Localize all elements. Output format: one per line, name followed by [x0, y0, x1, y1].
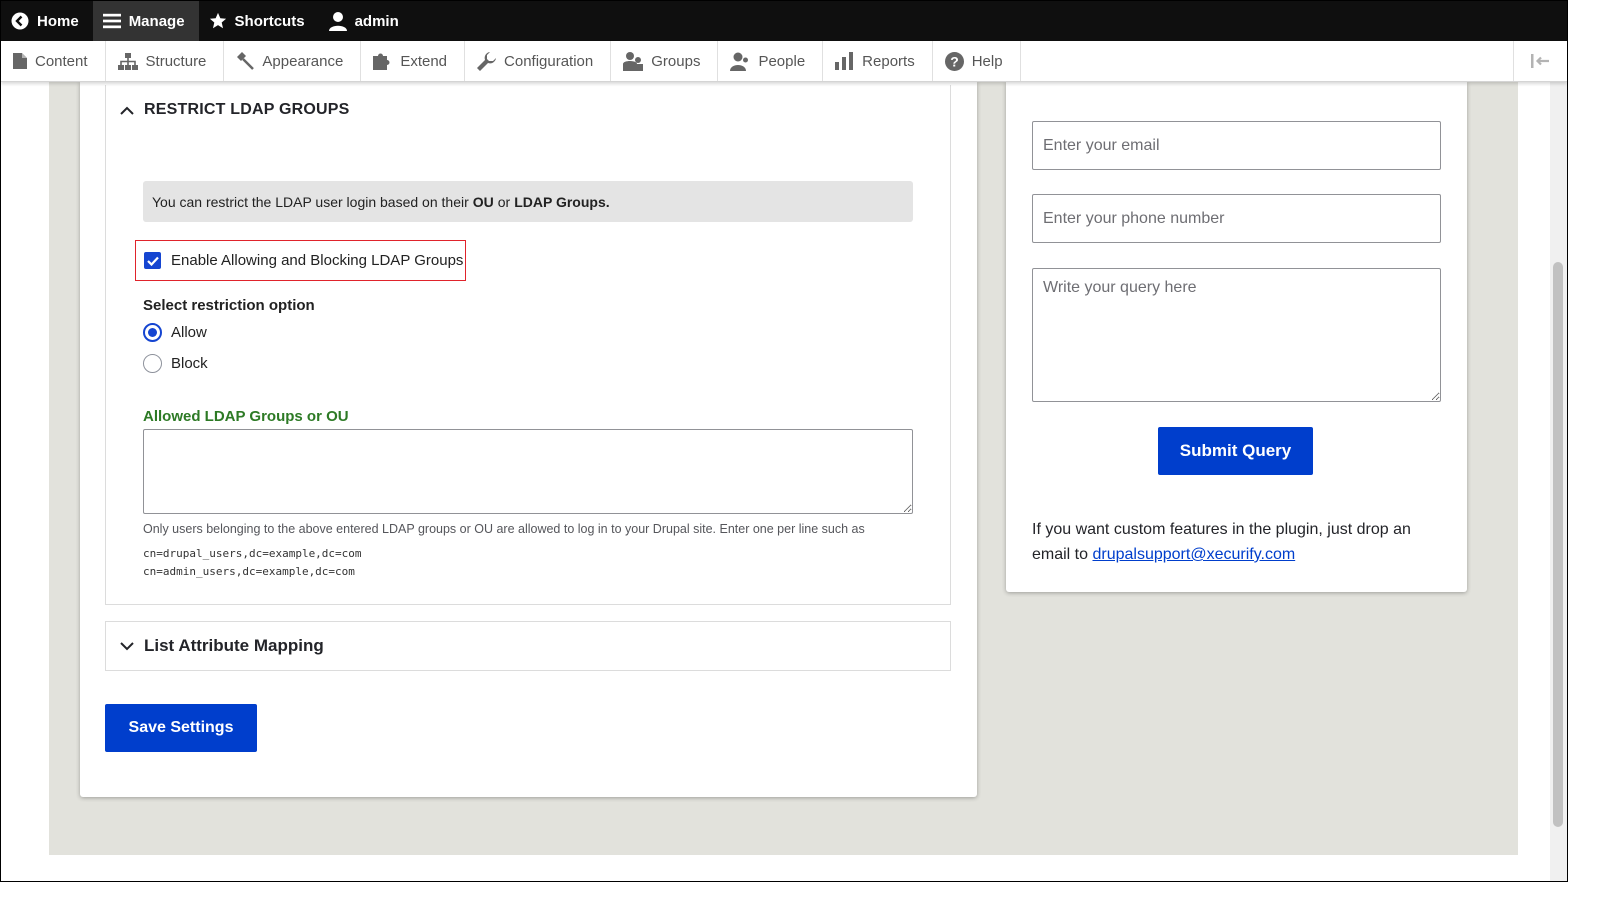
tray-label-configuration: Configuration [504, 52, 594, 70]
group-icon [623, 51, 644, 71]
tray-item-structure[interactable]: Structure [106, 41, 225, 81]
sitemap-icon [117, 52, 138, 70]
allowed-groups-textarea[interactable] [143, 429, 913, 514]
info-message: You can restrict the LDAP user login bas… [143, 181, 913, 222]
admin-toolbar: Home Manage Shortcuts admin [1, 1, 1567, 41]
tray-item-reports[interactable]: Reports [823, 41, 933, 81]
info-groups: LDAP Groups. [514, 193, 610, 210]
radio-block[interactable] [143, 354, 162, 373]
tray-label-people: People [758, 52, 806, 70]
tray-label-appearance: Appearance [262, 52, 344, 70]
tray-item-configuration[interactable]: Configuration [465, 41, 612, 81]
user-icon [328, 12, 347, 31]
home-label: Home [37, 12, 79, 30]
star-icon [209, 12, 227, 30]
user-tab[interactable]: admin [319, 1, 413, 41]
tray-item-appearance[interactable]: Appearance [224, 41, 362, 81]
browser-frame: Home Manage Shortcuts admin Content Stru… [0, 0, 1568, 882]
tray-label-structure: Structure [145, 52, 207, 70]
tray-item-people[interactable]: People [718, 41, 824, 81]
puzzle-icon [373, 53, 390, 70]
tray-item-extend[interactable]: Extend [361, 41, 466, 81]
enable-groups-checkbox-highlight: Enable Allowing and Blocking LDAP Groups [135, 240, 466, 281]
collapse-left-icon [1530, 54, 1549, 68]
custom-features-text: If you want custom features in the plugi… [1032, 517, 1442, 567]
shortcuts-label: Shortcuts [234, 12, 305, 30]
tray-label-groups: Groups [651, 52, 701, 70]
page-scrollbar[interactable] [1550, 82, 1567, 881]
section-title: RESTRICT LDAP GROUPS [144, 101, 350, 118]
checkmark-icon [146, 256, 159, 266]
hamburger-icon [102, 12, 121, 30]
mapping-title: List Attribute Mapping [144, 636, 324, 655]
chevron-up-icon [120, 106, 134, 115]
radio-block-label: Block [171, 355, 208, 372]
radio-allow-label: Allow [171, 324, 207, 341]
save-settings-button[interactable]: Save Settings [105, 704, 257, 752]
radio-allow[interactable] [143, 323, 162, 342]
chevron-down-icon [120, 641, 134, 650]
tray-item-help[interactable]: ? Help [933, 41, 1021, 81]
info-ou: OU [472, 193, 494, 210]
back-circle-icon [11, 12, 29, 30]
enable-groups-checkbox[interactable] [144, 252, 161, 269]
info-prefix: You can restrict the LDAP user login bas… [152, 193, 469, 210]
restriction-option-label: Select restriction option [143, 297, 315, 314]
support-query-textarea[interactable] [1032, 268, 1441, 402]
bar-chart-icon [835, 52, 854, 70]
tray-label-extend: Extend [400, 52, 448, 70]
info-or: or [497, 193, 511, 210]
support-email-input[interactable] [1032, 121, 1441, 170]
tray-label-help: Help [971, 52, 1003, 70]
user-label: admin [354, 12, 399, 30]
allowed-groups-label: Allowed LDAP Groups or OU [143, 408, 349, 425]
tray-item-content[interactable]: Content [1, 41, 106, 81]
tray-label-reports: Reports [862, 52, 915, 70]
tray-item-groups[interactable]: Groups [611, 41, 719, 81]
radio-block-row[interactable]: Block [143, 354, 208, 373]
manage-label: Manage [128, 12, 185, 30]
example-line-1: cn=drupal_users,dc=example,dc=com [143, 547, 362, 560]
list-attribute-mapping-summary[interactable]: List Attribute Mapping [105, 621, 951, 671]
scrollbar-thumb[interactable] [1553, 262, 1563, 827]
allowed-groups-description: Only users belonging to the above entere… [143, 522, 865, 536]
support-email-link[interactable]: drupalsupport@xecurify.com [1092, 546, 1295, 563]
manage-tab[interactable]: Manage [92, 1, 199, 41]
file-icon [13, 53, 27, 69]
wrench-icon [477, 51, 497, 71]
brush-icon [237, 52, 255, 70]
example-line-2: cn=admin_users,dc=example,dc=com [143, 565, 355, 578]
tray-orientation-toggle[interactable] [1513, 41, 1567, 81]
home-link[interactable]: Home [1, 1, 93, 41]
radio-allow-row[interactable]: Allow [143, 323, 207, 342]
admin-tray: Content Structure Appearance Extend Conf… [1, 41, 1567, 82]
enable-groups-label: Enable Allowing and Blocking LDAP Groups [171, 252, 464, 269]
people-icon [730, 52, 749, 71]
shortcuts-tab[interactable]: Shortcuts [199, 1, 319, 41]
support-phone-input[interactable] [1032, 194, 1441, 243]
restrict-ldap-groups-summary[interactable]: RESTRICT LDAP GROUPS [120, 101, 350, 119]
svg-text:?: ? [950, 53, 959, 69]
submit-query-button[interactable]: Submit Query [1158, 427, 1313, 475]
tray-label-content: Content [35, 52, 88, 70]
help-icon: ? [944, 51, 964, 71]
